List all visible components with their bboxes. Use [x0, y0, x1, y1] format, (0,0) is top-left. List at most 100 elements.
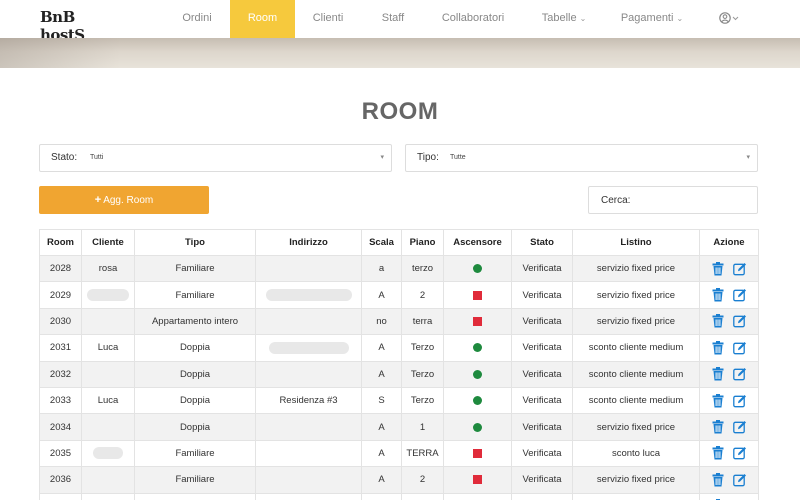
- listino-cell: servizio fixed price: [572, 307, 700, 336]
- table-row[interactable]: A Verificata: [39, 492, 759, 500]
- trash-icon[interactable]: [711, 288, 725, 302]
- room-cell: 2032: [39, 360, 82, 388]
- piano-cell: Terzo: [401, 334, 444, 362]
- table-row[interactable]: 2033 Luca Doppia Residenza #3 S Terzo Verifica…: [39, 386, 759, 415]
- table-header-row: Room Cliente Tipo Indirizzo Scala Piano …: [39, 229, 759, 256]
- scala-cell: A: [361, 466, 402, 494]
- lift-yes-icon: [473, 369, 482, 379]
- room-cell: 2035: [39, 439, 82, 468]
- table-row[interactable]: 2031 Luca Doppia A Terzo Verificata sconto cli…: [39, 334, 759, 362]
- stato-cell: Verificata: [511, 307, 573, 336]
- nav-item-ordini[interactable]: Ordini: [172, 0, 222, 38]
- room-cell: 2036: [39, 466, 82, 494]
- edit-icon[interactable]: [733, 367, 747, 381]
- nav-item-staff[interactable]: Staff: [370, 0, 416, 38]
- trash-icon[interactable]: [711, 446, 725, 460]
- indirizzo-cell: [255, 254, 362, 283]
- lift-no-icon: [473, 475, 482, 485]
- edit-icon[interactable]: [733, 394, 747, 408]
- room-cell: 2028: [39, 254, 82, 283]
- table-row[interactable]: 2035 Familiare A TERRA Verificata sconto luca: [39, 439, 759, 468]
- listino-cell: servizio fixed price: [572, 281, 700, 309]
- edit-icon[interactable]: [733, 473, 747, 487]
- trash-icon[interactable]: [711, 314, 725, 328]
- column-header[interactable]: Ascensore: [443, 229, 512, 256]
- chevron-down-icon: ⌄: [579, 14, 587, 23]
- indirizzo-cell: [255, 439, 362, 468]
- stato-cell: Verificata: [511, 360, 573, 388]
- column-header[interactable]: Room: [39, 229, 82, 256]
- listino-cell: servizio fixed price: [572, 466, 700, 494]
- edit-icon[interactable]: [733, 314, 747, 328]
- table-row[interactable]: 2034 Doppia A 1 Verificata servizio fixed pri…: [39, 413, 759, 441]
- add-room-button[interactable]: + Agg. Room: [39, 186, 209, 214]
- cliente-cell: rosa: [81, 254, 135, 283]
- tipo-filter-label: Tipo:: [417, 152, 439, 163]
- stato-cell: Verificata: [511, 386, 573, 415]
- column-header[interactable]: Piano: [401, 229, 444, 256]
- tipo-cell: Familiare: [134, 439, 256, 468]
- edit-icon[interactable]: [733, 288, 747, 302]
- caret-down-icon: ▾: [746, 154, 750, 161]
- redacted-text: [268, 341, 349, 354]
- azione-cell: [699, 413, 759, 441]
- column-header[interactable]: Indirizzo: [255, 229, 362, 256]
- listino-cell: servizio fixed price: [572, 254, 700, 283]
- edit-icon[interactable]: [733, 341, 747, 355]
- nav-item-collaboratori[interactable]: Collaboratori: [434, 0, 512, 38]
- table-row[interactable]: 2029 Familiare A 2 Verificata servizio fixed …: [39, 281, 759, 309]
- trash-icon[interactable]: [711, 420, 725, 434]
- column-header[interactable]: Tipo: [134, 229, 256, 256]
- table-row[interactable]: 2032 Doppia A Terzo Verificata sconto cliente…: [39, 360, 759, 388]
- stato-filter-select[interactable]: Stato: Tutti ▾: [39, 144, 392, 172]
- edit-icon[interactable]: [733, 262, 747, 276]
- edit-icon[interactable]: [733, 420, 747, 434]
- column-header: Azione: [699, 229, 759, 256]
- trash-icon[interactable]: [711, 472, 725, 487]
- indirizzo-cell: [255, 307, 362, 336]
- header-banner: [0, 38, 800, 68]
- table-row[interactable]: 2036 Familiare A 2 Verificata servizio fixed …: [39, 466, 759, 494]
- nav-item-pagamenti[interactable]: Pagamenti ⌄: [614, 0, 690, 38]
- nav-item-room[interactable]: Room: [230, 0, 295, 38]
- trash-icon[interactable]: [711, 393, 725, 408]
- column-header[interactable]: Listino: [572, 229, 700, 256]
- column-header[interactable]: Cliente: [81, 229, 135, 256]
- lift-yes-icon: [473, 264, 482, 274]
- redacted-text: [87, 289, 129, 302]
- azione-cell: [699, 254, 759, 283]
- scala-cell: A: [361, 360, 402, 388]
- column-header[interactable]: Stato: [511, 229, 573, 256]
- cliente-cell: [81, 307, 135, 336]
- tipo-cell: [134, 492, 256, 500]
- indirizzo-cell: [255, 466, 362, 494]
- trash-icon[interactable]: [711, 261, 725, 276]
- scala-cell: A: [361, 492, 402, 500]
- trash-icon[interactable]: [711, 340, 725, 355]
- trash-icon[interactable]: [711, 367, 725, 381]
- scala-cell: a: [361, 254, 402, 283]
- stato-cell: Verificata: [511, 254, 573, 283]
- edit-icon[interactable]: [733, 446, 747, 460]
- table-row[interactable]: 2030 Appartamento intero no terra Verificata…: [39, 307, 759, 336]
- stato-cell: Verificata: [511, 492, 573, 500]
- nav-item-clienti[interactable]: Clienti: [303, 0, 353, 38]
- tipo-filter-select[interactable]: Tipo: Tutte ▾: [405, 144, 758, 172]
- cliente-cell: [81, 492, 135, 500]
- table-row[interactable]: 2028 rosa Familiare a terzo Verificata servizi…: [39, 254, 759, 283]
- brand-logo[interactable]: BnB hostS HOSPITALITY MANAGEMENT: [40, 8, 102, 50]
- tipo-cell: Appartamento intero: [134, 307, 256, 336]
- tipo-cell: Familiare: [134, 466, 256, 494]
- search-input[interactable]: Cerca:: [588, 186, 758, 214]
- room-cell: 2034: [39, 413, 82, 441]
- cliente-cell: [81, 439, 135, 468]
- indirizzo-cell: [255, 492, 362, 500]
- column-header[interactable]: Scala: [361, 229, 402, 256]
- stato-cell: Verificata: [511, 334, 573, 362]
- nav-item-tabelle[interactable]: Tabelle ⌄: [534, 0, 594, 38]
- cliente-cell: [81, 281, 135, 309]
- piano-cell: terzo: [401, 254, 444, 283]
- user-menu[interactable]: [719, 10, 741, 26]
- listino-cell: sconto cliente medium: [572, 386, 700, 415]
- ascensore-cell: [443, 413, 512, 441]
